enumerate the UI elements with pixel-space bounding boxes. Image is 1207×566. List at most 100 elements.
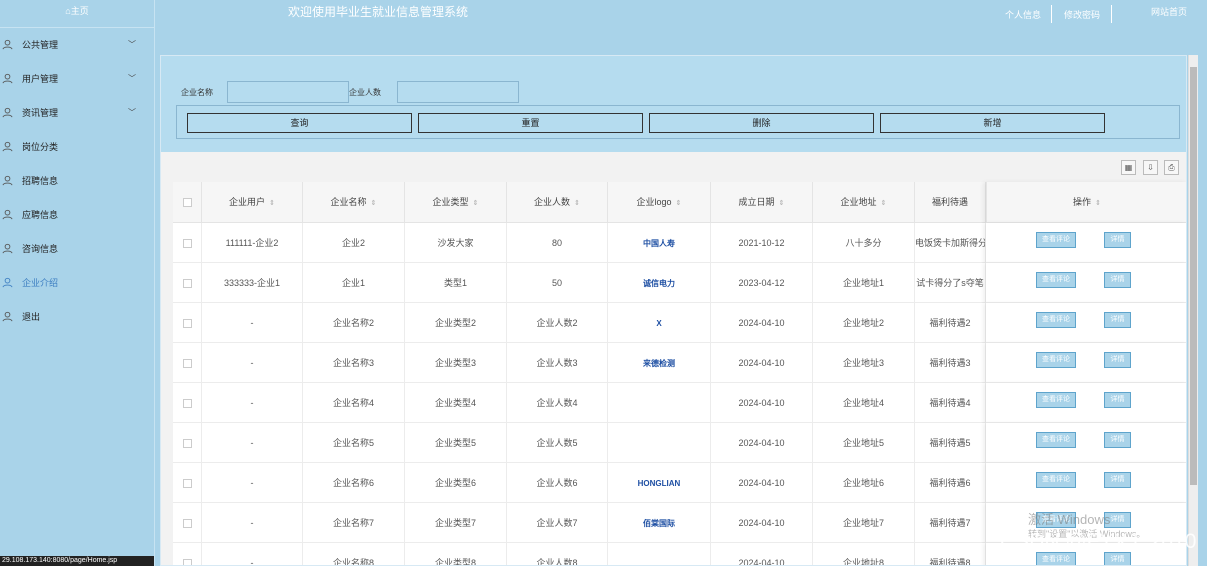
- table-cell: 福利待遇3: [915, 343, 986, 383]
- sidebar-home-link[interactable]: ⌂主页: [0, 0, 154, 28]
- reset-button[interactable]: 重置: [418, 113, 643, 133]
- actions-cell: 查看评论 详情: [986, 263, 1186, 303]
- cell-text: 企业2: [341, 238, 365, 248]
- columns-icon[interactable]: ▦: [1121, 160, 1136, 175]
- sidebar-item[interactable]: 公共管理 ﹀: [0, 28, 154, 62]
- view-comments-button[interactable]: 查看评论: [1036, 552, 1076, 565]
- cell-text: 企业人数2: [536, 318, 578, 328]
- header-label: 企业名称: [330, 197, 367, 207]
- view-comments-button[interactable]: 查看评论: [1036, 232, 1076, 248]
- sidebar-item[interactable]: 咨询信息: [0, 232, 154, 266]
- cell-text: 企业类型5: [434, 438, 476, 448]
- sort-icon[interactable]: ⇕: [881, 200, 887, 207]
- company-name-input[interactable]: [227, 81, 349, 103]
- detail-button[interactable]: 详情: [1104, 272, 1131, 288]
- row-checkbox[interactable]: [182, 479, 192, 489]
- scrollbar-thumb[interactable]: [1190, 67, 1197, 485]
- sidebar-item[interactable]: 用户管理 ﹀: [0, 62, 154, 96]
- row-select-cell: [173, 343, 202, 383]
- company-count-input[interactable]: [397, 81, 519, 103]
- change-password-link[interactable]: 修改密码: [1064, 8, 1100, 21]
- detail-button[interactable]: 详情: [1104, 472, 1131, 488]
- sidebar-item[interactable]: 资讯管理 ﹀: [0, 96, 154, 130]
- sort-icon[interactable]: ⇕: [779, 200, 785, 207]
- row-checkbox[interactable]: [182, 439, 192, 449]
- cell-text: -: [250, 478, 254, 488]
- cell-text: 福利待遇4: [929, 398, 971, 408]
- detail-button[interactable]: 详情: [1104, 552, 1131, 565]
- view-comments-button[interactable]: 查看评论: [1036, 312, 1076, 328]
- sort-icon[interactable]: ⇕: [574, 200, 580, 207]
- cell-text: 企业人数6: [536, 478, 578, 488]
- row-select-cell: [173, 463, 202, 503]
- header-company-type[interactable]: 企业类型 ⇕: [405, 182, 507, 223]
- company-logo: HONGLIAN: [608, 463, 711, 503]
- cell-text: 试卡得分了s夺笔: [916, 278, 984, 288]
- row-checkbox[interactable]: [182, 239, 192, 249]
- print-icon[interactable]: ⎙: [1164, 160, 1179, 175]
- sidebar-item[interactable]: 退出: [0, 300, 154, 334]
- row-checkbox[interactable]: [182, 359, 192, 369]
- table-cell: 福利待遇4: [915, 383, 986, 423]
- header-welfare[interactable]: 福利待遇: [915, 182, 986, 223]
- sort-icon[interactable]: ⇕: [1095, 200, 1101, 207]
- table-cell: 333333-企业1: [202, 263, 303, 303]
- site-home-link[interactable]: 网站首页: [1151, 5, 1187, 18]
- sidebar-item[interactable]: 企业介绍: [0, 266, 154, 300]
- view-comments-button[interactable]: 查看评论: [1036, 352, 1076, 368]
- table-cell: 试卡得分了s夺笔: [915, 263, 986, 303]
- table-cell: 企业地址5: [813, 423, 915, 463]
- view-comments-button[interactable]: 查看评论: [1036, 472, 1076, 488]
- export-icon[interactable]: ⇩: [1143, 160, 1158, 175]
- detail-button[interactable]: 详情: [1104, 312, 1131, 328]
- table-cell: 2024-04-10: [711, 343, 813, 383]
- chevron-down-icon: ﹀: [128, 40, 136, 49]
- user-icon: [2, 277, 13, 288]
- sort-icon[interactable]: ⇕: [371, 200, 377, 207]
- cell-text: 企业地址7: [842, 518, 884, 528]
- cell-text: 2024-04-10: [738, 318, 785, 328]
- cell-text: 企业类型3: [434, 358, 476, 368]
- row-checkbox[interactable]: [182, 399, 192, 409]
- cell-text: 企业名称6: [332, 478, 374, 488]
- company-logo: X: [608, 303, 711, 343]
- row-checkbox[interactable]: [182, 319, 192, 329]
- row-checkbox[interactable]: [182, 519, 192, 529]
- header-company-logo[interactable]: 企业logo ⇕: [608, 182, 711, 223]
- sort-icon[interactable]: ⇕: [473, 200, 479, 207]
- cell-text: -: [250, 438, 254, 448]
- sidebar-item-label: 招聘信息: [22, 176, 59, 186]
- actions-cell: 查看评论 详情: [986, 223, 1186, 263]
- table-cell: 2024-04-10: [711, 383, 813, 423]
- header-founded-date[interactable]: 成立日期 ⇕: [711, 182, 813, 223]
- search-button[interactable]: 查询: [187, 113, 412, 133]
- header-company-user[interactable]: 企业用户 ⇕: [202, 182, 303, 223]
- windows-activation-title: 激活 Windows: [1028, 512, 1111, 527]
- sidebar-item[interactable]: 岗位分类: [0, 130, 154, 164]
- view-comments-button[interactable]: 查看评论: [1036, 272, 1076, 288]
- cell-text: 企业类型4: [434, 398, 476, 408]
- company-logo: [608, 383, 711, 423]
- add-button[interactable]: 新增: [880, 113, 1105, 133]
- delete-button[interactable]: 删除: [649, 113, 874, 133]
- detail-button[interactable]: 详情: [1104, 352, 1131, 368]
- detail-button[interactable]: 详情: [1104, 432, 1131, 448]
- sort-icon[interactable]: ⇕: [676, 200, 682, 207]
- profile-link[interactable]: 个人信息: [1005, 8, 1041, 21]
- header-company-name[interactable]: 企业名称 ⇕: [303, 182, 405, 223]
- select-all-checkbox[interactable]: [182, 198, 192, 208]
- table-cell: 企业地址6: [813, 463, 915, 503]
- view-comments-button[interactable]: 查看评论: [1036, 432, 1076, 448]
- view-comments-button[interactable]: 查看评论: [1036, 392, 1076, 408]
- sort-icon[interactable]: ⇕: [269, 200, 275, 207]
- row-checkbox[interactable]: [182, 559, 192, 565]
- sidebar-item[interactable]: 应聘信息: [0, 198, 154, 232]
- detail-button[interactable]: 详情: [1104, 232, 1131, 248]
- detail-button[interactable]: 详情: [1104, 392, 1131, 408]
- vertical-scrollbar[interactable]: [1188, 55, 1198, 566]
- cell-text: 企业人数5: [536, 438, 578, 448]
- row-checkbox[interactable]: [182, 279, 192, 289]
- sidebar-item[interactable]: 招聘信息: [0, 164, 154, 198]
- header-company-count[interactable]: 企业人数 ⇕: [507, 182, 608, 223]
- header-company-address[interactable]: 企业地址 ⇕: [813, 182, 915, 223]
